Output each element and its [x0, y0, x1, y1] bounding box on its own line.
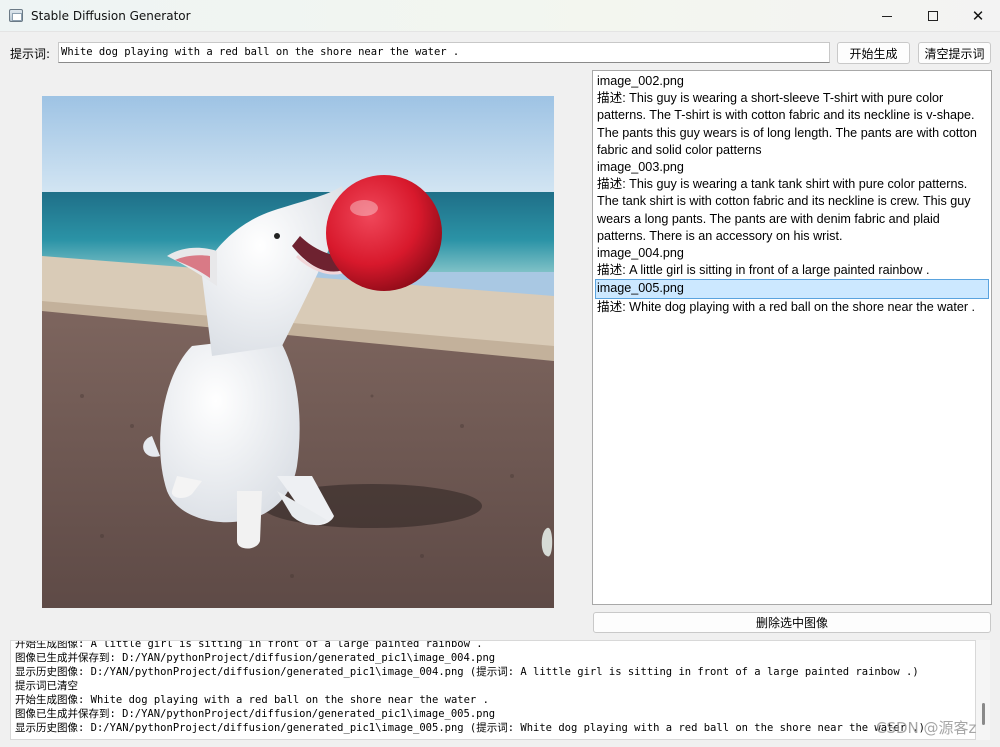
- window-title: Stable Diffusion Generator: [31, 9, 191, 23]
- maximize-button[interactable]: [910, 0, 956, 32]
- app-window-icon: [9, 9, 23, 22]
- minimize-icon: [882, 15, 892, 17]
- watermark-text: CSDN @源客z: [876, 719, 977, 737]
- history-item-description[interactable]: 描述: A little girl is sitting in front of…: [596, 262, 988, 279]
- log-line: 开始生成图像: White dog playing with a red bal…: [15, 694, 489, 706]
- prompt-label: 提示词:: [10, 47, 51, 61]
- history-item-description[interactable]: 描述: White dog playing with a red ball on…: [596, 299, 988, 316]
- log-scroll-thumb[interactable]: [982, 703, 985, 725]
- prompt-input[interactable]: White dog playing with a red ball on the…: [58, 42, 830, 63]
- history-item-file[interactable]: image_003.png: [596, 159, 988, 176]
- log-line: 显示历史图像: D:/YAN/pythonProject/diffusion/g…: [15, 666, 919, 678]
- dog-with-red-ball-picture: [42, 96, 554, 608]
- close-icon: ✕: [971, 6, 985, 25]
- log-line: 开始生成图像: A little girl is sitting in fron…: [15, 640, 483, 650]
- log-scrollbar[interactable]: [976, 640, 990, 740]
- history-item-description[interactable]: 描述: This guy is wearing a tank tank shir…: [596, 176, 988, 245]
- title-bar: Stable Diffusion Generator ✕: [0, 0, 1000, 32]
- log-line: 显示历史图像: D:/YAN/pythonProject/diffusion/g…: [15, 722, 925, 734]
- log-line: 图像已生成并保存到: D:/YAN/pythonProject/diffusio…: [15, 708, 496, 720]
- history-item-file[interactable]: image_005.png: [595, 279, 989, 299]
- history-item-file[interactable]: image_002.png: [596, 73, 988, 90]
- log-output[interactable]: 开始生成图像: A little girl is sitting in fron…: [10, 640, 976, 740]
- clear-prompt-button[interactable]: 清空提示词: [918, 42, 991, 64]
- minimize-button[interactable]: [864, 0, 910, 32]
- log-line: 图像已生成并保存到: D:/YAN/pythonProject/diffusio…: [15, 652, 496, 664]
- close-button[interactable]: ✕: [955, 0, 1000, 32]
- maximize-icon: [928, 11, 938, 21]
- delete-selected-button[interactable]: 删除选中图像: [593, 612, 991, 633]
- generated-image: [42, 96, 554, 608]
- history-item-file[interactable]: image_004.png: [596, 245, 988, 262]
- log-line: 提示词已清空: [15, 680, 78, 692]
- history-item-description[interactable]: 描述: This guy is wearing a short-sleeve T…: [596, 90, 988, 159]
- history-list[interactable]: image_002.png 描述: This guy is wearing a s…: [592, 70, 992, 605]
- generate-button[interactable]: 开始生成: [837, 42, 910, 64]
